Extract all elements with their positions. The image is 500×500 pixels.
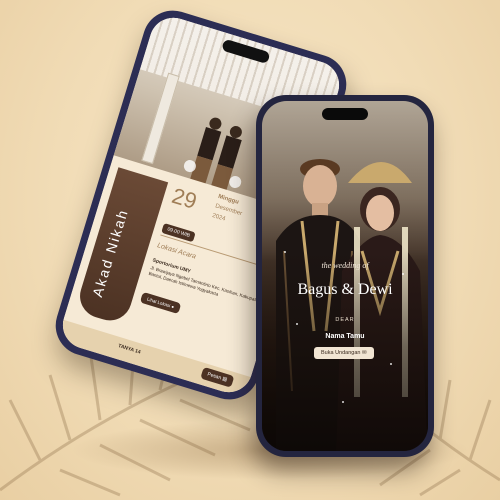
dear-label: DEAR	[335, 317, 355, 323]
wedding-subtitle: the wedding of	[321, 261, 369, 270]
message-icon: ▤	[221, 375, 228, 384]
order-button[interactable]: Pesan ▤	[199, 366, 235, 388]
view-location-label: Lihat Lokasi	[146, 296, 171, 309]
phone-notch	[322, 108, 368, 120]
open-invitation-button[interactable]: Buka Undangan ✉	[314, 347, 374, 359]
sparkle	[390, 363, 392, 365]
front-phone-screen: the wedding of Bagus & Dewi DEAR Nama Ta…	[262, 101, 428, 451]
sparkle	[284, 251, 286, 253]
view-location-button[interactable]: Lihat Lokasi ●	[139, 291, 182, 315]
guest-name: Nama Tamu	[325, 333, 365, 340]
order-label: Pesan	[206, 371, 222, 382]
date-day: 29	[169, 182, 200, 214]
date-year: 2024	[211, 212, 226, 223]
sparkle	[342, 401, 344, 403]
ask-button[interactable]: TANYA 14	[117, 343, 141, 356]
pillar	[141, 72, 180, 165]
open-invitation-label: Buka Undangan	[321, 350, 361, 356]
front-phone: the wedding of Bagus & Dewi DEAR Nama Ta…	[256, 95, 434, 457]
sparkle	[296, 323, 298, 325]
envelope-icon: ✉	[361, 350, 367, 356]
location-pin-icon: ●	[170, 303, 175, 310]
sparkle	[402, 273, 404, 275]
couple-names: Bagus & Dewi	[297, 281, 393, 298]
